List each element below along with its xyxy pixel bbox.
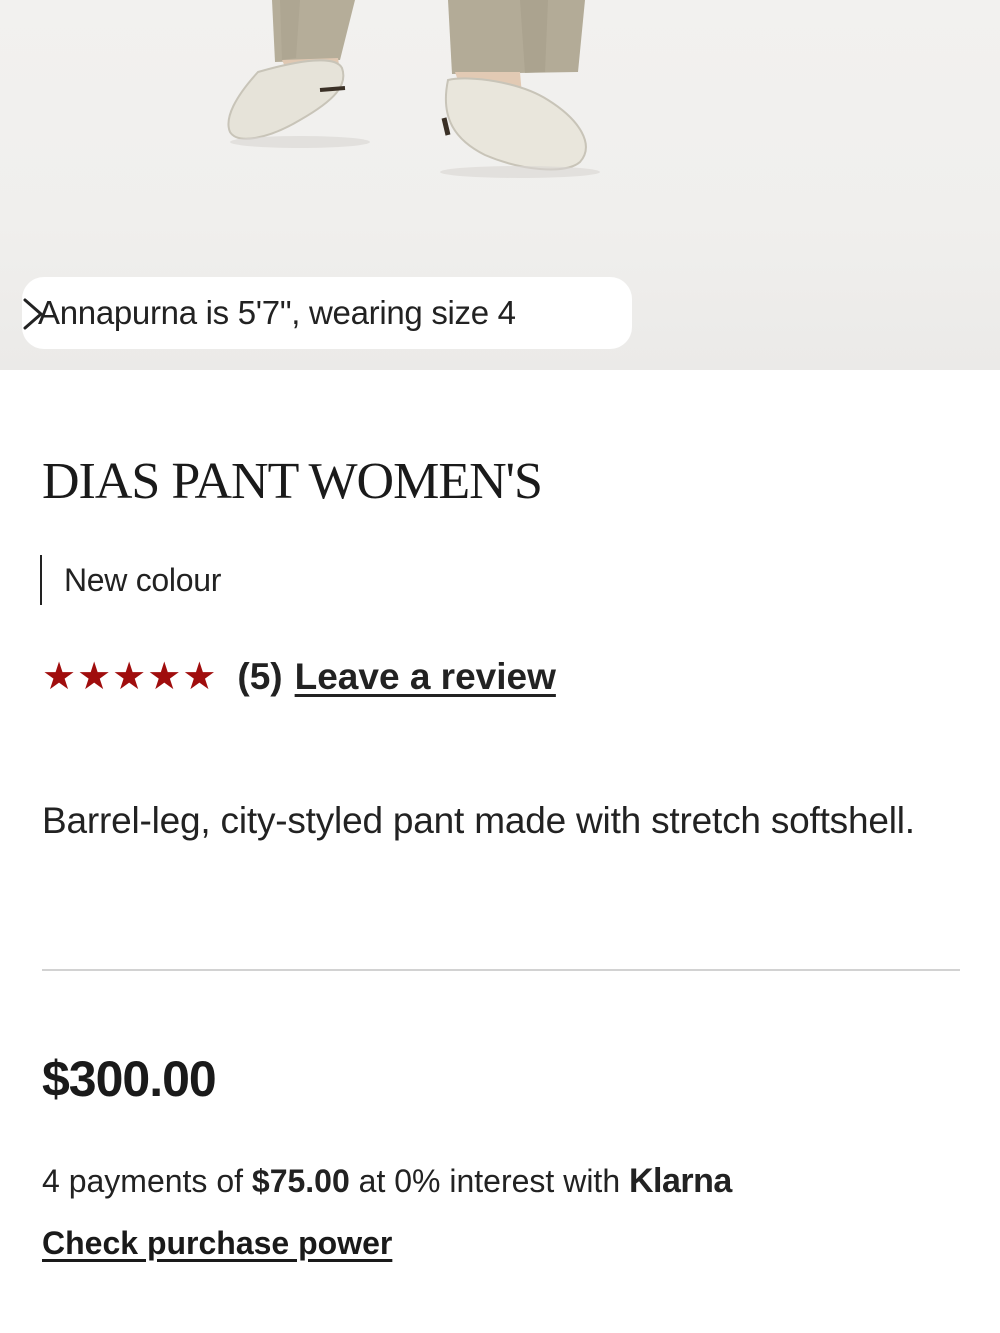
badge-label: New colour [64, 561, 222, 598]
star-icon: ★ [147, 656, 182, 698]
star-icon: ★ [182, 656, 217, 698]
fit-info-button[interactable]: Annapurna is 5'7", wearing size 4 [22, 277, 632, 349]
product-price: $300.00 [42, 1051, 217, 1107]
section-divider [42, 969, 960, 971]
product-badge: New colour [40, 555, 221, 605]
klarna-amount: $75.00 [251, 1163, 350, 1199]
star-icon: ★ [112, 656, 147, 698]
klarna-installments: 4 payments of $75.00 at 0% interest with… [42, 1162, 732, 1201]
product-title: DIAS PANT WOMEN'S [42, 453, 543, 510]
check-purchase-power-link[interactable]: Check purchase power [42, 1225, 392, 1262]
review-count[interactable]: (5) [237, 656, 282, 698]
star-icon: ★ [42, 656, 77, 698]
star-icon: ★ [77, 656, 112, 698]
leave-review-link[interactable]: Leave a review [295, 656, 556, 698]
star-rating[interactable]: ★ ★ ★ ★ ★ [42, 658, 217, 696]
rating-summary: ★ ★ ★ ★ ★ (5) Leave a review [42, 652, 556, 702]
chevron-right-icon [23, 298, 43, 330]
product-image[interactable]: Annapurna is 5'7", wearing size 4 [0, 0, 1000, 370]
klarna-middle: at 0% interest with [349, 1163, 629, 1199]
badge-divider [40, 555, 42, 605]
klarna-logo: Klarna [629, 1162, 732, 1200]
klarna-prefix: 4 payments of [42, 1163, 252, 1199]
fit-info-label: Annapurna is 5'7", wearing size 4 [38, 294, 516, 331]
product-description: Barrel-leg, city-styled pant made with s… [42, 800, 915, 841]
